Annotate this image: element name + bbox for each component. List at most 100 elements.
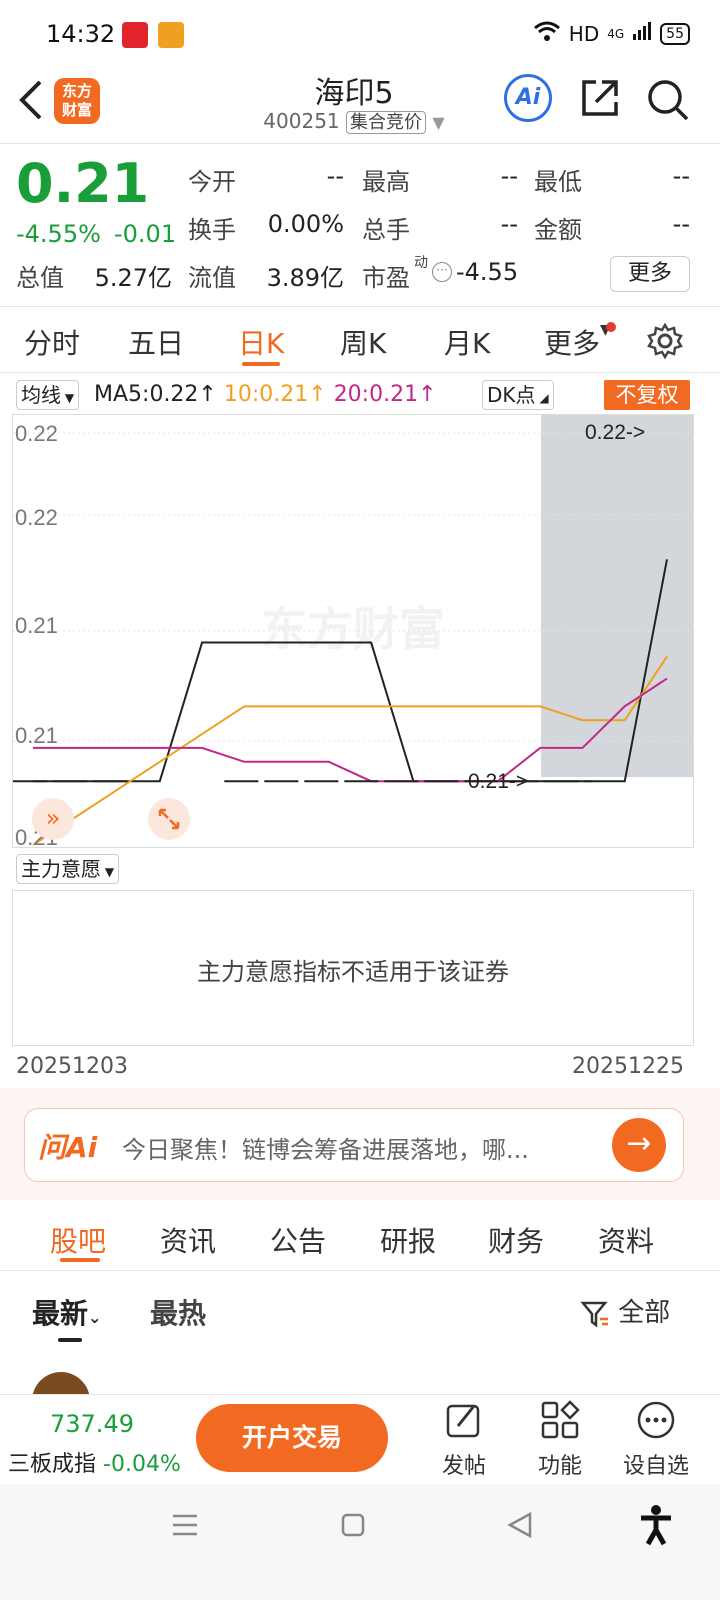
tab-news[interactable]: 资讯 <box>160 1220 216 1260</box>
network-type: HD <box>568 21 600 46</box>
min-annotation: 0.21-> <box>468 770 528 793</box>
stock-code: 400251 <box>263 109 340 133</box>
tab-more-label: 更多 <box>544 327 601 360</box>
caret-down-icon: ▼ <box>432 113 445 132</box>
filter-button[interactable]: 全部 <box>580 1292 670 1329</box>
accessibility-icon <box>641 1505 671 1546</box>
volume-label: 总手 <box>362 216 410 244</box>
tab-profile[interactable]: 资料 <box>598 1220 654 1260</box>
app-notification-icon <box>158 22 184 48</box>
sort-active-indicator <box>58 1338 82 1342</box>
no-adjust-button[interactable]: 不复权 <box>604 380 690 410</box>
pe-label: 市盈 <box>362 264 410 292</box>
tab-more[interactable]: 更多▼ <box>544 322 611 362</box>
ma20-value: 20:0.21↑ <box>333 382 437 407</box>
volume-value: -- <box>500 210 518 238</box>
post-button[interactable]: 发帖 <box>424 1400 504 1480</box>
sort-hottest[interactable]: 最热 <box>150 1292 206 1332</box>
tab-research[interactable]: 研报 <box>380 1220 436 1260</box>
back-triangle-icon <box>507 1511 532 1539</box>
search-icon <box>648 80 689 121</box>
sort-newest-label: 最新 <box>32 1297 89 1330</box>
current-price: 0.21 <box>16 152 150 215</box>
kline-chart[interactable]: 东方财富 0.22 0.22 0.21 0.21 0.21 0.22-> 0.21-> <box>12 414 694 850</box>
menu-nav-button[interactable] <box>170 1512 200 1542</box>
y-tick-label: 0.22 <box>15 505 58 530</box>
corner-caret-icon: ◢ <box>535 391 549 405</box>
kline-chart-svg: 东方财富 0.220.220.210.210.21 0.22-> 0.21-> <box>13 415 693 850</box>
fullscreen-icon <box>158 808 180 830</box>
stock-header: 东方 财富 海印5 400251 集合竞价 ▼ Ai <box>0 60 720 144</box>
signal-label: 4G <box>607 26 625 41</box>
tab-weekly-k[interactable]: 周K <box>340 322 386 362</box>
tab-active-indicator <box>60 1258 100 1262</box>
functions-button[interactable]: 功能 <box>520 1400 600 1480</box>
index-row[interactable]: 三板成指 -0.04% <box>8 1446 181 1478</box>
more-quote-button[interactable]: 更多 <box>610 256 690 292</box>
float-cap-value: 3.89亿 <box>266 264 344 292</box>
filter-icon <box>580 1301 608 1327</box>
index-value[interactable]: 737.49 <box>50 1410 134 1438</box>
pe-value: -4.55 <box>456 258 519 286</box>
end-date: 20251225 <box>572 1054 684 1079</box>
double-chevron-icon: » <box>45 804 61 832</box>
accessibility-button[interactable] <box>638 1504 674 1550</box>
ma-values: MA5:0.22↑ 10:0.21↑ 20:0.21↑ <box>94 382 437 407</box>
filter-label: 全部 <box>618 1298 671 1328</box>
tab-intraday[interactable]: 分时 <box>24 322 80 362</box>
fullscreen-button[interactable] <box>148 798 190 840</box>
tab-finance[interactable]: 财务 <box>488 1220 544 1260</box>
tab-daily-k[interactable]: 日K <box>238 322 284 362</box>
home-nav-button[interactable] <box>340 1512 366 1542</box>
ai-submit-button[interactable]: → <box>612 1118 666 1172</box>
add-watchlist-button[interactable]: 设自选 <box>616 1400 696 1480</box>
indicator-select[interactable]: 主力意愿 ▼ <box>16 854 120 884</box>
post-label: 发帖 <box>441 1454 486 1479</box>
ma5-value: MA5:0.22↑ <box>94 382 217 407</box>
high-label: 最高 <box>362 168 410 196</box>
float-cap-label: 流值 <box>188 264 236 292</box>
low-value: -- <box>672 162 690 190</box>
total-cap-label: 总值 <box>16 264 64 292</box>
ai-button[interactable]: Ai <box>504 74 552 122</box>
open-account-trade-button[interactable]: 开户交易 <box>196 1404 388 1472</box>
ma-select[interactable]: 均线 ▼ <box>16 380 80 410</box>
high-value: -- <box>500 162 518 190</box>
index-change: -0.04% <box>103 1452 181 1477</box>
ai-query-text[interactable]: 今日聚焦！链博会筹备进展落地，哪... <box>122 1130 592 1165</box>
tab-monthly-k[interactable]: 月K <box>444 322 490 362</box>
dk-point-select[interactable]: DK点 ◢ <box>482 380 554 410</box>
pe-info-icon[interactable]: ··· <box>432 262 452 282</box>
ma-select-label: 均线 <box>21 383 61 407</box>
search-button[interactable] <box>646 78 690 122</box>
tab-five-day[interactable]: 五日 <box>128 322 184 362</box>
functions-label: 功能 <box>537 1454 582 1479</box>
indicator-message: 主力意愿指标不适用于该证券 <box>197 958 509 986</box>
highlight-region <box>541 415 693 777</box>
divider <box>0 306 720 307</box>
sort-newest[interactable]: 最新⌄ <box>32 1292 101 1332</box>
add-watchlist-label: 设自选 <box>622 1454 689 1479</box>
status-time: 14:32 <box>46 20 116 48</box>
share-button[interactable] <box>580 78 620 118</box>
turnover-label: 换手 <box>188 216 236 244</box>
indicator-select-label: 主力意愿 <box>21 857 101 881</box>
watermark: 东方财富 <box>261 603 445 655</box>
amount-label: 金额 <box>534 216 582 244</box>
chart-settings-button[interactable] <box>646 322 684 360</box>
total-cap-value: 5.27亿 <box>94 264 172 292</box>
change-amount: -0.01 <box>114 220 177 248</box>
tab-announcements[interactable]: 公告 <box>270 1220 326 1260</box>
open-label: 今开 <box>188 168 236 196</box>
tab-active-indicator <box>242 362 280 366</box>
expand-left-button[interactable]: » <box>32 798 74 840</box>
auction-badge: 集合竞价 <box>346 111 427 134</box>
battery-icon: 55 <box>660 22 690 45</box>
menu-icon <box>173 1514 197 1536</box>
chevron-down-icon: ⌄ <box>88 1308 102 1327</box>
tab-forum[interactable]: 股吧 <box>50 1220 106 1260</box>
y-tick-label: 0.21 <box>15 613 58 638</box>
more-circle-icon <box>636 1400 676 1440</box>
signal-icon <box>632 21 652 46</box>
back-nav-button[interactable] <box>506 1510 534 1544</box>
